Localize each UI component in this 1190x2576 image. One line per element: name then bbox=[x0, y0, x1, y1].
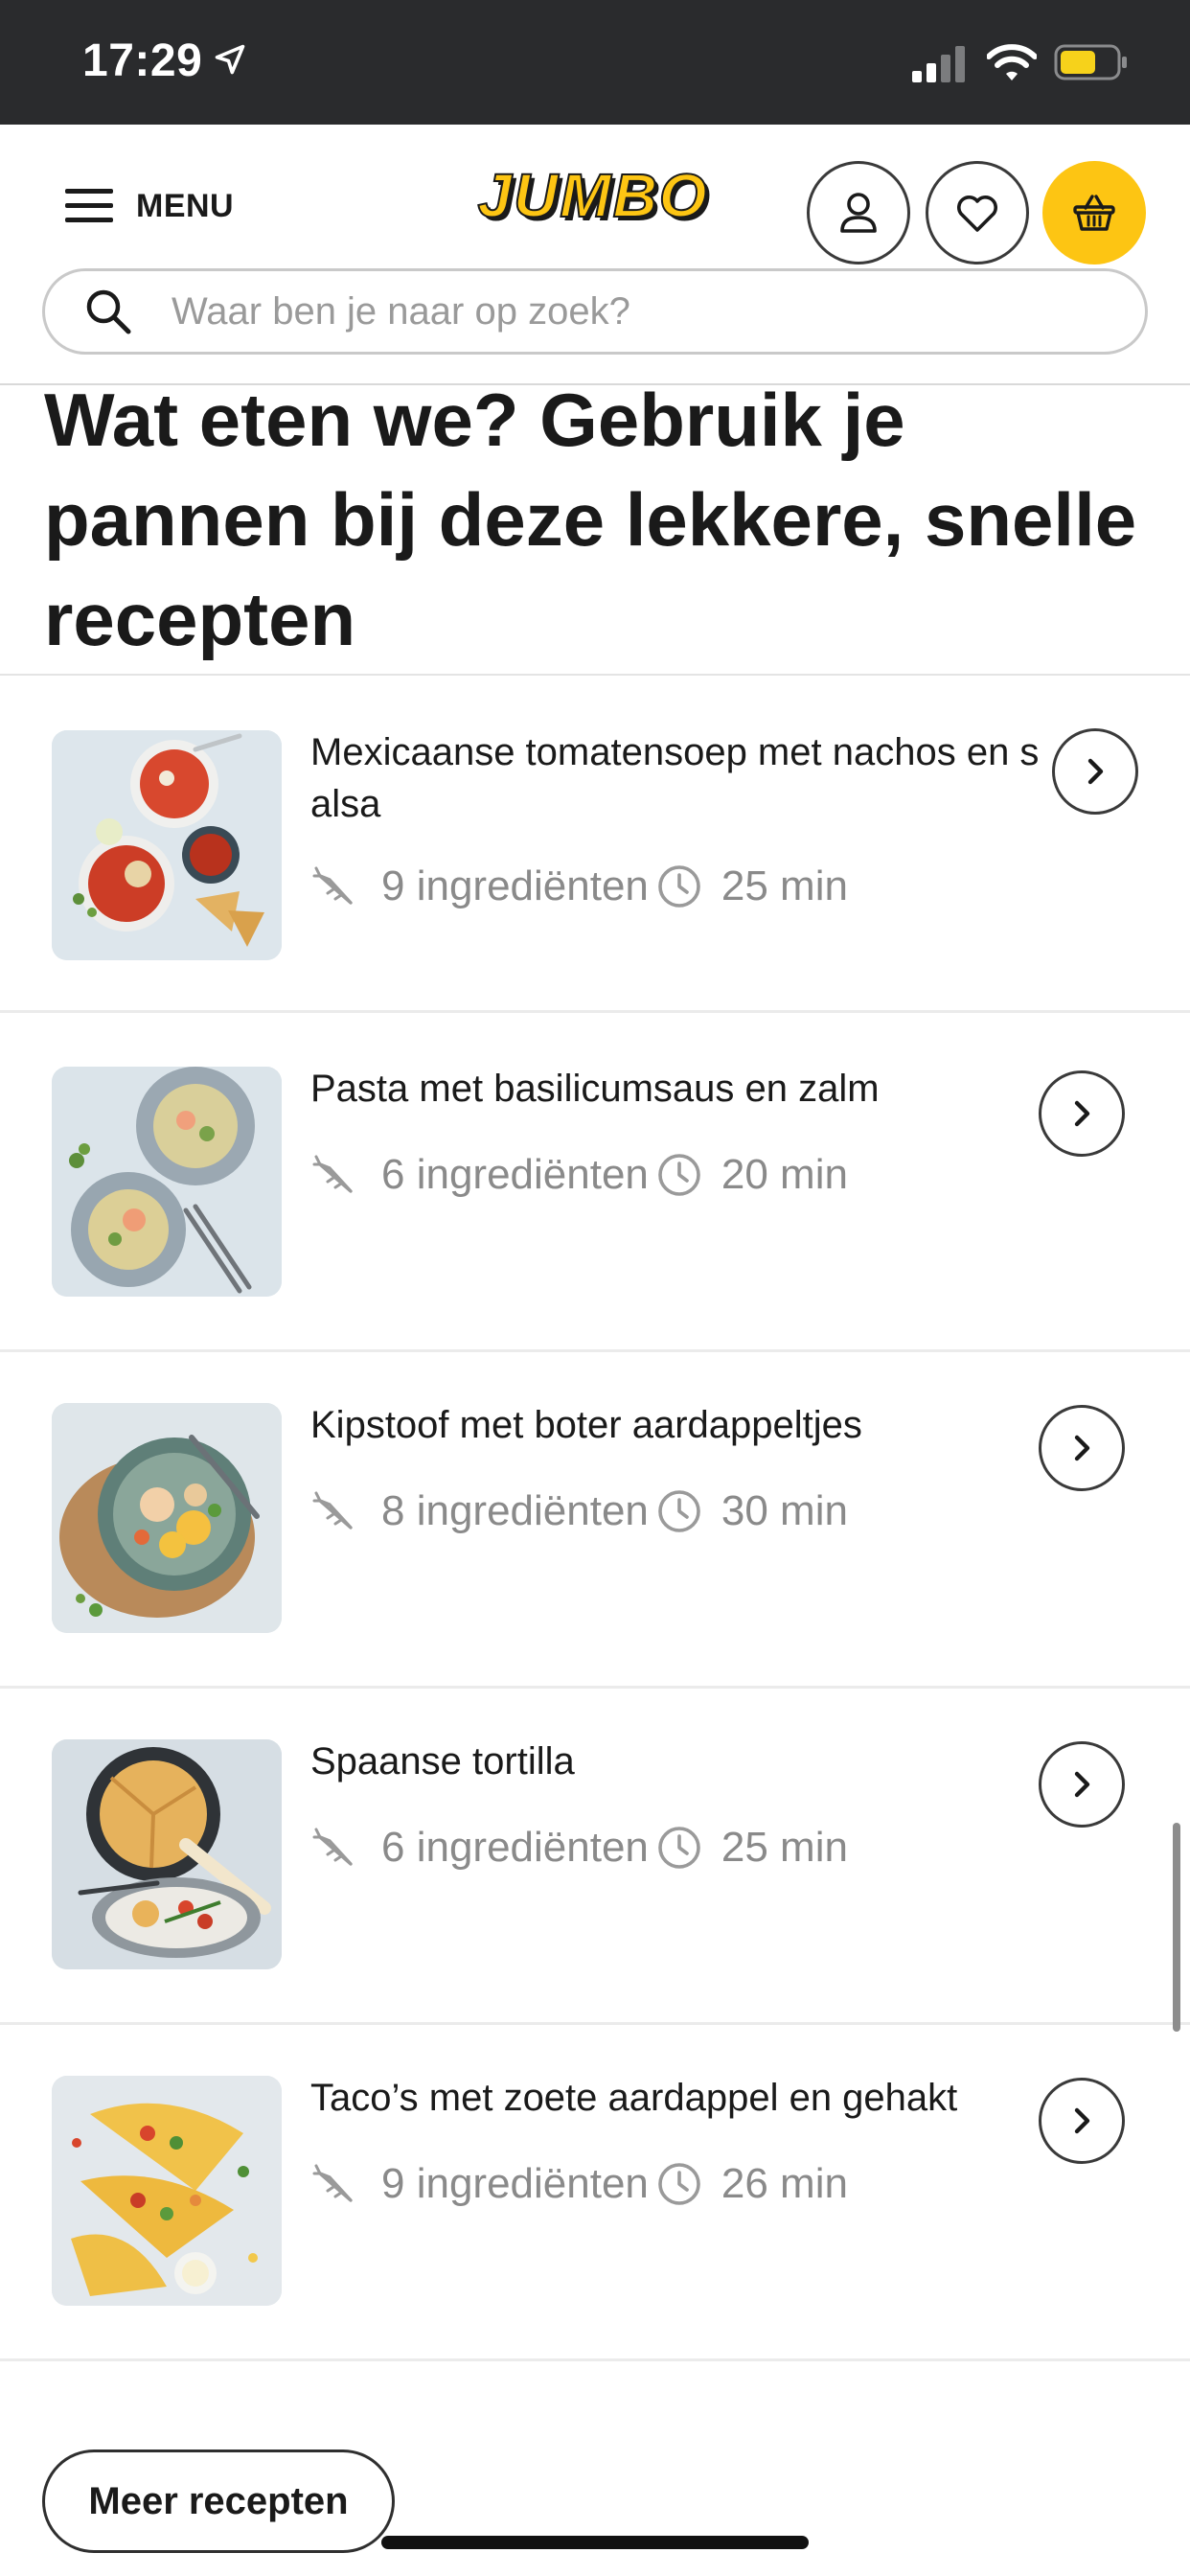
clock-icon bbox=[658, 1490, 700, 1532]
chevron-right-icon bbox=[1074, 2107, 1090, 2134]
scrollbar[interactable] bbox=[1173, 1823, 1180, 2032]
carrot-icon bbox=[312, 1828, 353, 1866]
recipe-image[interactable] bbox=[52, 1739, 282, 1969]
cooking-time: 25 min bbox=[721, 1824, 848, 1871]
carrot-icon bbox=[312, 1155, 353, 1193]
open-recipe-button[interactable] bbox=[1039, 1070, 1125, 1157]
chevron-right-icon bbox=[1074, 1100, 1090, 1127]
recipe-title[interactable]: Pasta met basilicumsaus en zalm bbox=[310, 1063, 1056, 1115]
ingredients-count: 6 ingrediënten bbox=[381, 1824, 649, 1871]
search-icon bbox=[86, 289, 131, 334]
tacos-image bbox=[52, 2076, 282, 2306]
menu-label: MENU bbox=[136, 187, 235, 224]
search-input[interactable] bbox=[172, 289, 1110, 334]
chevron-right-icon bbox=[1074, 1771, 1090, 1798]
recipe-meta: 6 ingrediënten 25 min bbox=[312, 1824, 848, 1872]
chicken-stew-image bbox=[52, 1403, 282, 1633]
open-recipe-button[interactable] bbox=[1052, 728, 1138, 815]
recipe-title[interactable]: Kipstoof met boter aardappeltjes bbox=[310, 1399, 1056, 1451]
recipe-meta: 6 ingrediënten 20 min bbox=[312, 1151, 848, 1199]
recipe-image[interactable] bbox=[52, 1403, 282, 1633]
chevron-right-icon bbox=[1074, 1435, 1090, 1461]
recipe-card[interactable]: Spaanse tortilla 6 ingrediënten 25 min bbox=[0, 1686, 1190, 2021]
account-icon bbox=[840, 193, 877, 233]
cooking-time: 20 min bbox=[721, 1151, 848, 1198]
menu-icon bbox=[65, 189, 113, 222]
jumbo-logo[interactable]: JUMBO JUMBO bbox=[466, 163, 724, 234]
recipe-meta: 8 ingrediënten 30 min bbox=[312, 1487, 848, 1535]
divider bbox=[0, 674, 1190, 676]
tomato-soup-image bbox=[52, 730, 282, 960]
open-recipe-button[interactable] bbox=[1039, 2078, 1125, 2164]
open-recipe-button[interactable] bbox=[1039, 1741, 1125, 1828]
recipe-meta: 9 ingrediënten 26 min bbox=[312, 2160, 848, 2208]
recipe-title[interactable]: Spaanse tortilla bbox=[310, 1736, 1056, 1787]
basket-icon bbox=[1073, 195, 1115, 231]
more-recipes-button[interactable]: Meer recepten bbox=[42, 2450, 395, 2553]
recipe-image[interactable] bbox=[52, 2076, 282, 2306]
recipe-image[interactable] bbox=[52, 1067, 282, 1297]
cellular-signal-icon bbox=[912, 46, 965, 82]
recipe-card[interactable]: Taco’s met zoete aardappel en gehakt 9 i… bbox=[0, 2022, 1190, 2358]
account-button[interactable] bbox=[807, 161, 910, 264]
location-arrow-icon bbox=[215, 44, 245, 75]
cooking-time: 26 min bbox=[721, 2160, 848, 2207]
pasta-salmon-image bbox=[52, 1067, 282, 1297]
status-bar: 17:29 bbox=[0, 0, 1190, 125]
cooking-time: 25 min bbox=[721, 862, 848, 909]
heart-icon bbox=[957, 196, 997, 232]
spanish-tortilla-image bbox=[52, 1739, 282, 1969]
recipe-image[interactable] bbox=[52, 730, 282, 960]
divider bbox=[0, 2358, 1190, 2361]
clock-icon bbox=[658, 1154, 700, 1196]
home-indicator[interactable] bbox=[381, 2536, 809, 2549]
clock-icon bbox=[658, 865, 700, 908]
carrot-icon bbox=[312, 1491, 353, 1530]
ingredients-count: 9 ingrediënten bbox=[381, 2160, 649, 2207]
ingredients-count: 8 ingrediënten bbox=[381, 1487, 649, 1534]
wifi-icon bbox=[987, 44, 1037, 80]
open-recipe-button[interactable] bbox=[1039, 1405, 1125, 1491]
recipe-title[interactable]: Taco’s met zoete aardappel en gehakt bbox=[310, 2072, 1056, 2124]
ingredients-count: 9 ingrediënten bbox=[381, 862, 649, 909]
basket-button[interactable] bbox=[1042, 161, 1146, 264]
favorites-button[interactable] bbox=[926, 161, 1029, 264]
svg-text:JUMBO: JUMBO bbox=[477, 163, 708, 230]
menu-button[interactable]: MENU bbox=[63, 172, 234, 240]
title-bold-1: Wat eten we? bbox=[44, 378, 519, 462]
site-header: MENU JUMBO JUMBO bbox=[0, 125, 1190, 385]
recipe-title[interactable]: Mexicaanse tomatensoep met nachos en sal… bbox=[310, 726, 1056, 830]
ingredients-count: 6 ingrediënten bbox=[381, 1151, 649, 1198]
chevron-right-icon bbox=[1087, 758, 1104, 785]
search-bar[interactable] bbox=[42, 268, 1148, 355]
recipe-meta: 9 ingrediënten 25 min bbox=[312, 862, 848, 910]
recipe-card[interactable]: Mexicaanse tomatensoep met nachos en sal… bbox=[0, 677, 1190, 1012]
status-time: 17:29 bbox=[82, 35, 203, 86]
cooking-time: 30 min bbox=[721, 1487, 848, 1534]
carrot-icon bbox=[312, 866, 353, 905]
clock-icon bbox=[658, 1827, 700, 1869]
carrot-icon bbox=[312, 2164, 353, 2202]
page-title: Wat eten we? Gebruik je pannen bij deze … bbox=[44, 370, 1156, 669]
recipe-card[interactable]: Pasta met basilicumsaus en zalm 6 ingred… bbox=[0, 1013, 1190, 1348]
clock-icon bbox=[658, 2163, 700, 2205]
recipe-card[interactable]: Kipstoof met boter aardappeltjes 8 ingre… bbox=[0, 1349, 1190, 1685]
battery-icon bbox=[1054, 44, 1127, 80]
